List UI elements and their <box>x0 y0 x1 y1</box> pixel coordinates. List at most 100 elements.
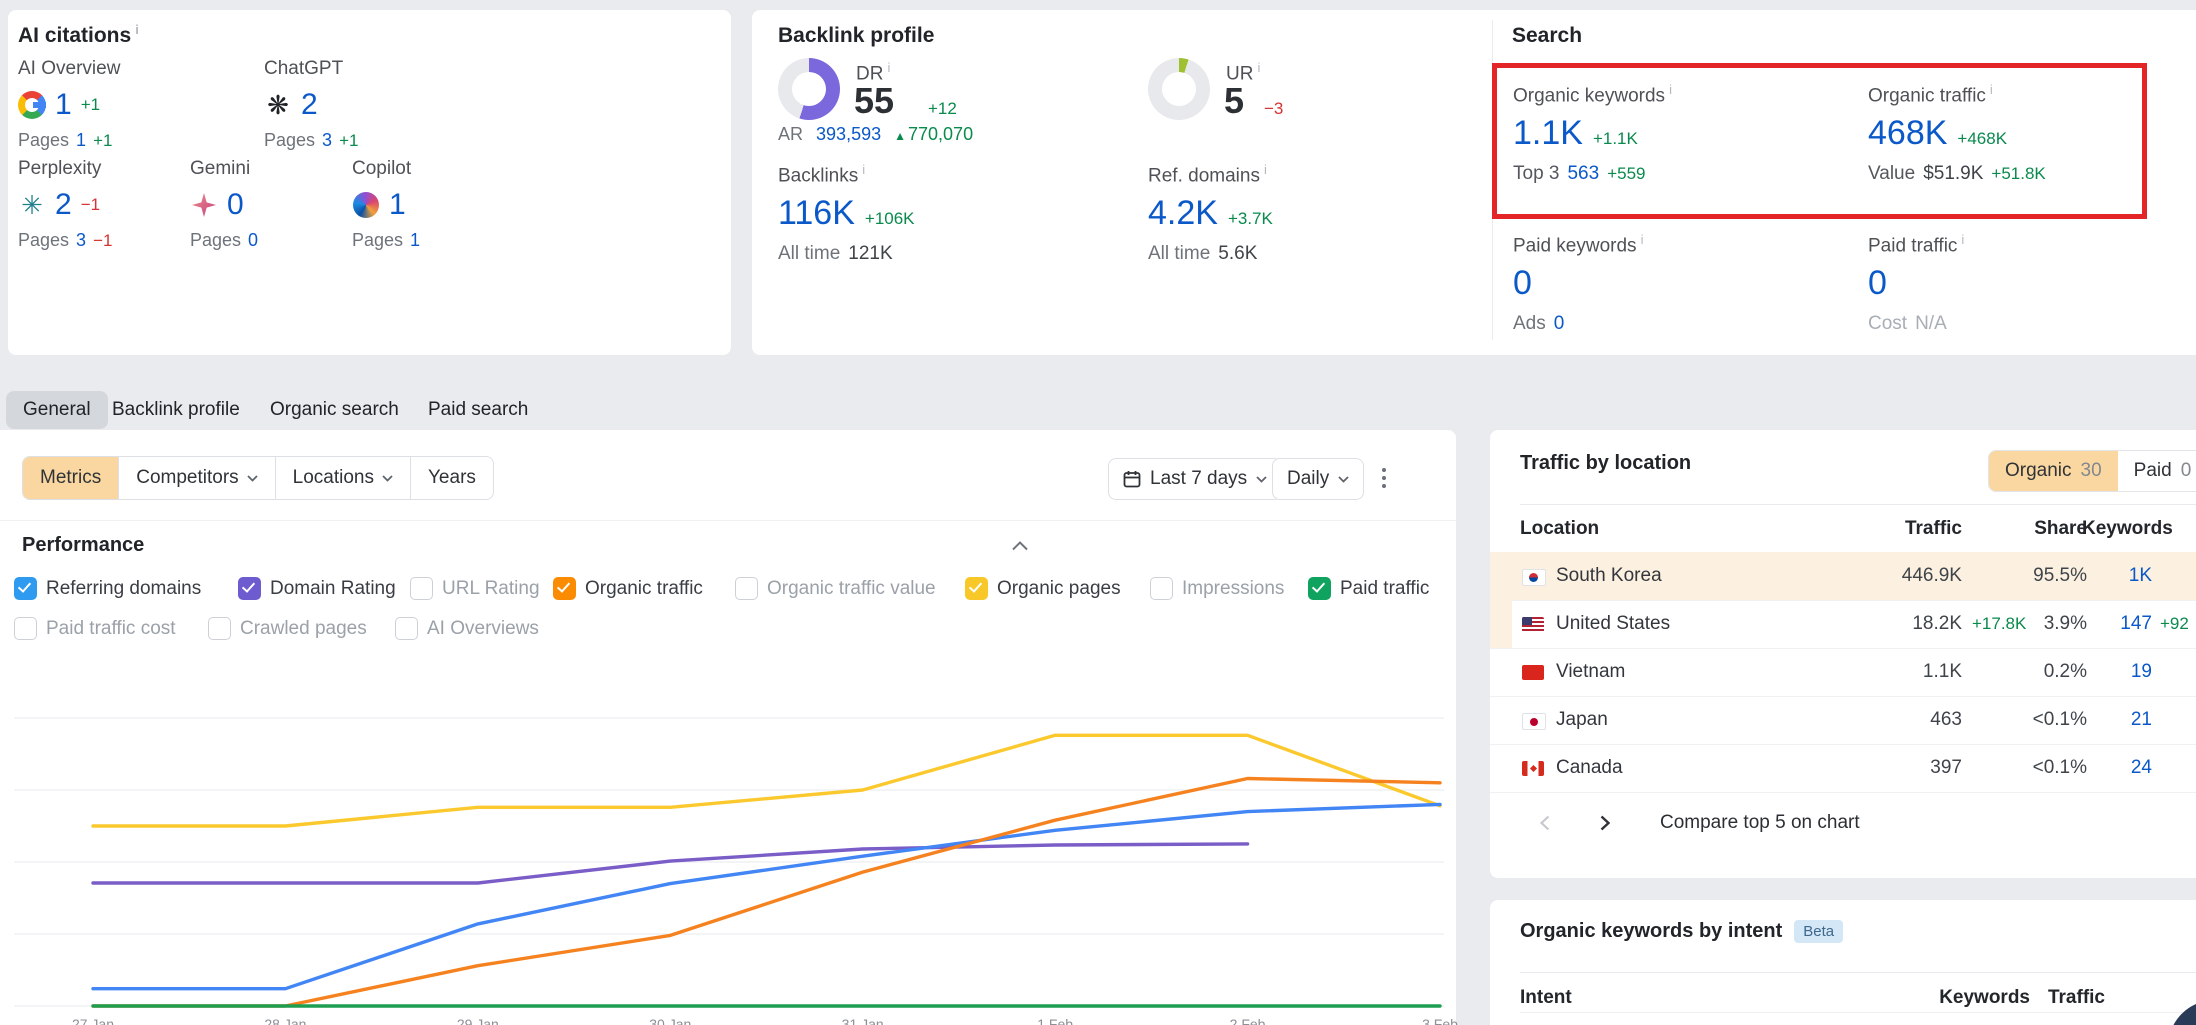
checkbox-url-rating[interactable] <box>410 577 433 600</box>
pages-count[interactable]: 1 <box>76 130 86 151</box>
traffic-value: 1.1K <box>1812 648 1962 696</box>
kebab-menu-button[interactable] <box>1366 458 1402 498</box>
ahrefs-overview-page: AI citations AI Overview 1+1 Pages1+1 Ch… <box>0 0 2196 1025</box>
filter-locations[interactable]: Locations <box>275 457 410 499</box>
metric-domain-rating[interactable]: Domain Rating <box>238 577 396 600</box>
pages-count[interactable]: 0 <box>248 230 258 251</box>
metric-organic-traffic[interactable]: Organic traffic <box>553 577 703 600</box>
pages-count[interactable]: 3 <box>322 130 332 151</box>
ar-value[interactable]: 393,593 <box>816 124 881 144</box>
keywords-link[interactable]: 1K <box>2082 552 2152 600</box>
paid-traffic-value[interactable]: 0 <box>1868 264 1887 303</box>
table-row-united-states[interactable]: United States 18.2K +17.8K 3.9% 147 +92 <box>1490 600 2196 649</box>
prev-page-button[interactable] <box>1530 808 1560 838</box>
metric-paid-traffic[interactable]: Paid traffic <box>1308 577 1429 600</box>
info-icon[interactable] <box>1264 162 1267 177</box>
ref-domains-value[interactable]: 4.2K <box>1148 194 1218 233</box>
metric-impressions[interactable]: Impressions <box>1150 577 1284 600</box>
toggle-paid[interactable]: Paid0 <box>2118 451 2196 491</box>
location-name: Japan <box>1556 696 1608 744</box>
backlinks-metric: Backlinks 116K+106K All time121K <box>778 162 915 265</box>
checkbox-organic-traffic-value[interactable] <box>735 577 758 600</box>
metric-organic-traffic-value[interactable]: Organic traffic value <box>735 577 936 600</box>
paid-keywords-value[interactable]: 0 <box>1513 264 1532 303</box>
tab-paid-search[interactable]: Paid search <box>428 391 528 429</box>
tab-general[interactable]: General <box>6 391 108 429</box>
table-row-south-korea[interactable]: South Korea 446.9K 95.5% 1K <box>1490 552 2196 601</box>
ref-domains-delta: +3.7K <box>1228 209 1273 229</box>
pages-count[interactable]: 3 <box>76 230 86 251</box>
table-row-japan[interactable]: Japan 463 <0.1% 21 <box>1490 696 2196 745</box>
toggle-organic[interactable]: Organic30 <box>1989 451 2118 491</box>
info-icon[interactable] <box>862 162 865 177</box>
filter-metrics[interactable]: Metrics <box>23 457 118 499</box>
traffic-by-location-card: Traffic by location Organic30 Paid0 Loca… <box>1490 430 2196 878</box>
x-tick-label: 31 Jan <box>823 1016 903 1025</box>
filter-years[interactable]: Years <box>410 457 493 499</box>
chevron-down-icon <box>382 475 393 482</box>
metric-paid-traffic-cost[interactable]: Paid traffic cost <box>14 617 176 640</box>
metric-url-rating[interactable]: URL Rating <box>410 577 540 600</box>
checkbox-ai-overviews[interactable] <box>395 617 418 640</box>
share-value: 0.2% <box>2002 648 2087 696</box>
next-page-button[interactable] <box>1590 808 1620 838</box>
citation-count[interactable]: 0 <box>227 188 244 222</box>
pages-label: Pages <box>190 230 241 251</box>
info-icon[interactable] <box>887 60 890 75</box>
share-value: <0.1% <box>2002 696 2087 744</box>
location-table-header: Location Traffic Share Keywords <box>1490 505 2196 553</box>
backlink-profile-title: Backlink profile <box>778 24 934 48</box>
ur-donut-chart <box>1148 58 1210 120</box>
tab-backlink-profile[interactable]: Backlink profile <box>112 391 240 429</box>
info-icon[interactable] <box>1961 232 1964 247</box>
citation-count[interactable]: 1 <box>55 88 72 122</box>
metric-crawled-pages[interactable]: Crawled pages <box>208 617 367 640</box>
traffic-by-location-title: Traffic by location <box>1520 452 1691 475</box>
info-icon[interactable] <box>1257 60 1260 75</box>
keywords-link[interactable]: 24 <box>2082 744 2152 792</box>
collapse-section-button[interactable] <box>1012 538 1028 556</box>
divider <box>1520 1012 2196 1013</box>
metric-ai-overviews[interactable]: AI Overviews <box>395 617 539 640</box>
compare-top5-link[interactable]: Compare top 5 on chart <box>1660 812 1860 834</box>
metric-referring-domains[interactable]: Referring domains <box>14 577 201 600</box>
location-name: South Korea <box>1556 552 1662 600</box>
info-icon[interactable] <box>135 22 139 37</box>
google-icon <box>18 91 46 119</box>
date-range-button[interactable]: Last 7 days <box>1108 458 1282 500</box>
keywords-link[interactable]: 19 <box>2082 648 2152 696</box>
citation-count[interactable]: 2 <box>55 188 72 222</box>
pages-count[interactable]: 1 <box>410 230 420 251</box>
checkbox-crawled-pages[interactable] <box>208 617 231 640</box>
checkbox-referring-domains[interactable] <box>14 577 37 600</box>
keywords-link[interactable]: 21 <box>2082 696 2152 744</box>
backlinks-delta: +106K <box>865 209 915 229</box>
tab-organic-search[interactable]: Organic search <box>270 391 399 429</box>
traffic-value: 463 <box>1812 696 1962 744</box>
checkbox-paid-traffic-cost[interactable] <box>14 617 37 640</box>
ads-value[interactable]: 0 <box>1554 313 1565 335</box>
backlinks-label: Backlinks <box>778 165 858 186</box>
chevron-down-icon <box>247 475 258 482</box>
beta-badge: Beta <box>1794 920 1843 943</box>
filter-competitors[interactable]: Competitors <box>118 457 274 499</box>
granularity-button[interactable]: Daily <box>1272 458 1364 500</box>
backlinks-value[interactable]: 116K <box>778 194 855 233</box>
table-row-canada[interactable]: Canada 397 <0.1% 24 <box>1490 744 2196 793</box>
ads-label: Ads <box>1513 313 1546 335</box>
citation-count[interactable]: 1 <box>389 188 406 222</box>
checkbox-domain-rating[interactable] <box>238 577 261 600</box>
info-icon[interactable] <box>1641 232 1644 247</box>
keywords-link[interactable]: 147 <box>2082 600 2152 648</box>
chart-line-referring-domains <box>93 804 1440 988</box>
checkbox-paid-traffic[interactable] <box>1308 577 1331 600</box>
checkbox-impressions[interactable] <box>1150 577 1173 600</box>
x-tick-label: 28 Jan <box>245 1016 325 1025</box>
checkbox-organic-traffic[interactable] <box>553 577 576 600</box>
checkbox-organic-pages[interactable] <box>965 577 988 600</box>
citation-count[interactable]: 2 <box>301 88 318 122</box>
calendar-icon <box>1123 470 1141 488</box>
share-value: <0.1% <box>2002 744 2087 792</box>
metric-organic-pages[interactable]: Organic pages <box>965 577 1121 600</box>
table-row-vietnam[interactable]: Vietnam 1.1K 0.2% 19 <box>1490 648 2196 697</box>
